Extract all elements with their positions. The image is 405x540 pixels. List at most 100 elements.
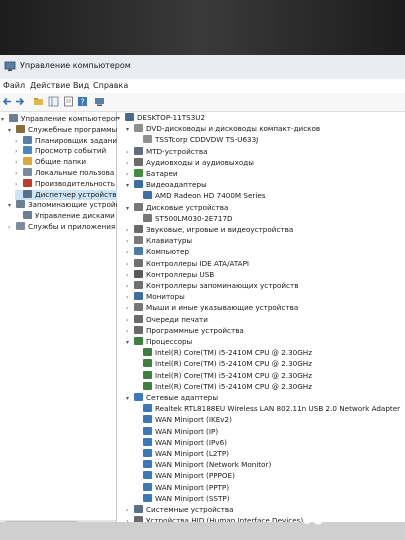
device-tree-item[interactable]: › Системные устройства (126, 505, 234, 515)
device-category-icon (143, 359, 152, 368)
collapsed-chevron-icon[interactable]: › (126, 271, 134, 281)
tree-item-label: WAN Miniport (Network Monitor) (155, 460, 272, 470)
device-tree-item[interactable]: AMD Radeon HD 7400M Series (135, 191, 266, 201)
device-tree-item[interactable]: › Программные устройства (126, 325, 244, 337)
device-tree-item[interactable]: ▾ DESKTOP-11TS3U2 (117, 113, 205, 123)
menu-help[interactable]: Справка (93, 81, 128, 90)
show-tree-icon[interactable] (48, 96, 59, 107)
device-view-icon[interactable] (94, 96, 105, 107)
device-tree-item[interactable]: › Контроллеры USB (126, 269, 214, 281)
nav-tree-item[interactable]: Диспетчер устройств (15, 189, 121, 200)
back-arrow-icon[interactable] (2, 96, 13, 107)
collapsed-chevron-icon[interactable]: › (8, 223, 16, 233)
device-tree-item[interactable]: › Мониторы (126, 292, 185, 302)
collapsed-chevron-icon[interactable]: › (126, 506, 134, 516)
help-icon[interactable]: ? (77, 96, 88, 107)
nav-tree-item[interactable]: › Локальные пользова (15, 168, 114, 178)
device-tree-item[interactable]: Intel(R) Core(TM) i5-2410M CPU @ 2.30GHz (135, 348, 312, 358)
nav-tree-item[interactable]: ▾ Запоминающие устройств (8, 200, 128, 210)
tree-item-label: AMD Radeon HD 7400M Series (155, 191, 266, 201)
collapsed-chevron-icon[interactable]: › (15, 137, 23, 147)
collapsed-chevron-icon[interactable]: › (15, 147, 23, 157)
nav-tree-item[interactable]: › Планировщик задани (15, 135, 117, 147)
tree-item-label: Intel(R) Core(TM) i5-2410M CPU @ 2.30GHz (155, 370, 312, 380)
device-tree-item[interactable]: Intel(R) Core(TM) i5-2410M CPU @ 2.30GHz (135, 359, 312, 369)
expanded-chevron-icon[interactable]: ▾ (126, 394, 134, 404)
device-tree-item[interactable]: ▾ Процессоры (126, 337, 192, 347)
collapsed-chevron-icon[interactable]: › (126, 327, 134, 337)
collapsed-chevron-icon[interactable]: › (126, 260, 134, 270)
nav-tree-item[interactable]: › Общие папки (15, 157, 86, 167)
collapsed-chevron-icon[interactable]: › (126, 226, 134, 236)
nav-tree-item[interactable]: Управление дисками (15, 211, 115, 221)
device-tree-item[interactable]: › Компьютер (126, 247, 189, 257)
device-tree-item[interactable]: › Контроллеры IDE ATA/ATAPI (126, 258, 249, 270)
device-tree-item[interactable]: ▾ Сетевые адаптеры (126, 393, 218, 403)
collapsed-chevron-icon[interactable]: › (126, 282, 134, 292)
device-tree-item[interactable]: › MTD-устройства (126, 146, 208, 158)
device-category-icon (134, 325, 143, 334)
device-tree-item[interactable]: › Аудиовходы и аудиовыходы (126, 157, 254, 169)
collapsed-chevron-icon[interactable]: › (126, 316, 134, 326)
expanded-chevron-icon[interactable]: ▾ (126, 338, 134, 348)
device-tree-item[interactable]: WAN Miniport (IPv6) (135, 437, 227, 448)
collapsed-chevron-icon[interactable]: › (15, 169, 23, 179)
device-tree-item[interactable]: › Очереди печати (126, 314, 208, 326)
nav-tree-item[interactable]: ▾ Служебные программы (8, 124, 117, 136)
device-tree-item[interactable]: › Звуковые, игровые и видеоустройства (126, 225, 293, 235)
expanded-chevron-icon[interactable]: ▾ (117, 114, 125, 124)
menu-file[interactable]: Файл (3, 81, 25, 90)
collapsed-chevron-icon[interactable]: › (126, 248, 134, 258)
device-tree-item[interactable]: › Мыши и иные указывающие устройства (126, 303, 298, 313)
device-tree-item[interactable]: Realtek RTL8188EU Wireless LAN 802.11n U… (135, 404, 400, 414)
device-category-icon (143, 415, 152, 424)
device-category-icon (23, 146, 32, 155)
nav-tree-item[interactable]: › Просмотр событий (15, 146, 106, 156)
device-tree-item[interactable]: WAN Miniport (SSTP) (135, 493, 230, 504)
device-tree-item[interactable]: WAN Miniport (L2TP) (135, 449, 229, 459)
collapsed-chevron-icon[interactable]: › (15, 158, 23, 168)
collapsed-chevron-icon[interactable]: › (126, 159, 134, 169)
forward-arrow-icon[interactable] (14, 96, 25, 107)
device-tree-item[interactable]: ▾ DVD-дисководы и дисководы компакт-диско… (126, 124, 320, 134)
collapsed-chevron-icon[interactable]: › (126, 148, 134, 158)
device-tree-item[interactable]: › Контроллеры запоминающих устройств (126, 281, 298, 291)
device-tree-item[interactable]: ▾ Видеоадаптеры (126, 180, 207, 190)
device-tree-item[interactable]: WAN Miniport (IP) (135, 426, 218, 437)
collapsed-chevron-icon[interactable]: › (126, 170, 134, 180)
collapsed-chevron-icon[interactable]: › (126, 293, 134, 303)
menu-view[interactable]: Вид (73, 81, 89, 90)
device-tree-item[interactable]: › Батареи (126, 169, 178, 179)
device-tree-item[interactable]: › Клавиатуры (126, 236, 192, 246)
device-category-icon (143, 437, 152, 446)
collapsed-chevron-icon[interactable]: › (15, 180, 23, 190)
device-tree-item[interactable]: WAN Miniport (Network Monitor) (135, 460, 271, 470)
device-tree-item[interactable]: TSSTcorp CDDVDW TS-U633J (135, 135, 258, 145)
device-tree-item[interactable]: ST500LM030-2E717D (135, 213, 233, 224)
expanded-chevron-icon[interactable]: ▾ (1, 115, 9, 125)
device-category-icon (23, 135, 32, 144)
device-tree-item[interactable]: Intel(R) Core(TM) i5-2410M CPU @ 2.30GHz (135, 381, 312, 392)
expanded-chevron-icon[interactable]: ▾ (8, 126, 16, 136)
device-tree-item[interactable]: WAN Miniport (IKEv2) (135, 415, 232, 425)
expanded-chevron-icon[interactable]: ▾ (126, 204, 134, 214)
menu-action[interactable]: Действие (30, 81, 70, 90)
tree-item-label: WAN Miniport (PPPOE) (155, 471, 235, 481)
collapsed-chevron-icon[interactable]: › (126, 237, 134, 247)
device-tree-item[interactable]: Intel(R) Core(TM) i5-2410M CPU @ 2.30GHz (135, 370, 312, 381)
properties-icon[interactable] (63, 96, 74, 107)
navigation-tree: ▾ Управление компьютером (л ▾ Служебные про… (0, 112, 130, 525)
up-folder-icon[interactable] (33, 96, 44, 107)
tree-item-label: Очереди печати (146, 314, 208, 324)
collapsed-chevron-icon[interactable]: › (126, 304, 134, 314)
expanded-chevron-icon[interactable]: ▾ (126, 125, 134, 135)
tree-item-label: Процессоры (146, 337, 193, 346)
nav-tree-item[interactable]: › Производительность (15, 178, 115, 190)
expanded-chevron-icon[interactable]: ▾ (8, 201, 16, 211)
device-tree-item[interactable]: ▾ Дисковые устройства (126, 202, 228, 214)
device-tree-item[interactable]: WAN Miniport (PPPOE) (135, 471, 235, 481)
nav-tree-item[interactable]: › Службы и приложения (8, 222, 115, 232)
expanded-chevron-icon[interactable]: ▾ (126, 181, 134, 191)
nav-tree-item[interactable]: ▾ Управление компьютером (л (1, 114, 130, 124)
device-tree-item[interactable]: WAN Miniport (PPTP) (135, 482, 229, 493)
